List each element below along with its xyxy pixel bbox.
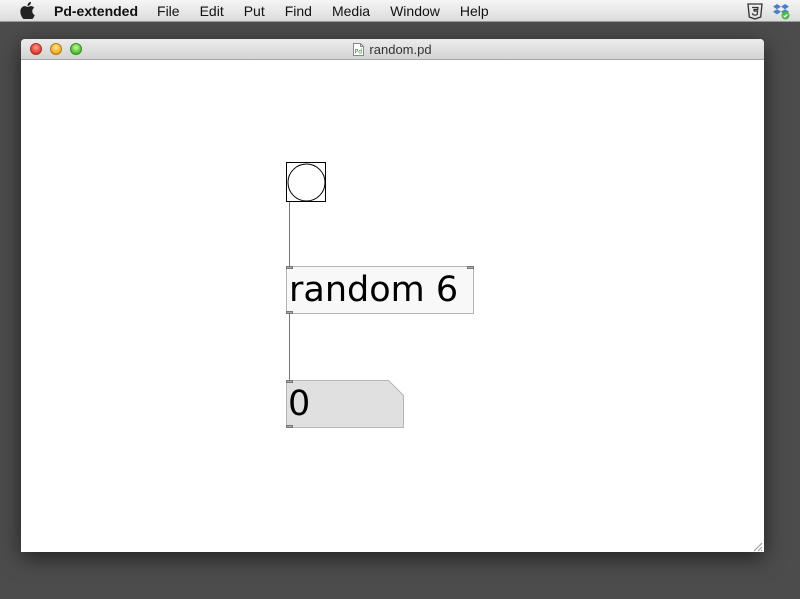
window-title: random.pd	[369, 42, 432, 57]
patch-cord-random-to-number[interactable]	[289, 314, 290, 380]
window-title-group: Pd random.pd	[21, 39, 764, 60]
number-outlet[interactable]	[286, 425, 293, 428]
menu-extras	[746, 2, 790, 20]
menu-help[interactable]: Help	[450, 0, 499, 22]
resize-grip-icon[interactable]	[751, 539, 763, 552]
window-titlebar[interactable]: Pd random.pd	[21, 39, 764, 60]
dropbox-icon[interactable]	[772, 2, 790, 20]
apple-menu-icon[interactable]	[19, 2, 35, 19]
menu-put[interactable]: Put	[234, 0, 275, 22]
menu-window[interactable]: Window	[380, 0, 450, 22]
number-inlet[interactable]	[286, 380, 293, 383]
menu-media[interactable]: Media	[322, 0, 380, 22]
random-object[interactable]: random 6	[286, 266, 474, 314]
patch-cord-bang-to-random[interactable]	[289, 202, 290, 266]
menu-find[interactable]: Find	[275, 0, 322, 22]
svg-text:Pd: Pd	[355, 49, 363, 56]
number-box[interactable]: 0	[286, 380, 404, 428]
pd-document-icon: Pd	[353, 43, 365, 56]
menu-bar: Pd-extended File Edit Put Find Media Win…	[0, 0, 800, 22]
patch-canvas[interactable]: random 6 0	[21, 60, 764, 552]
patch-window: Pd random.pd random 6 0	[21, 39, 764, 552]
bang-object[interactable]	[286, 162, 326, 202]
number-value: 0	[288, 384, 311, 424]
html5-shield-icon[interactable]	[746, 2, 764, 20]
random-right-inlet[interactable]	[467, 266, 474, 269]
menu-edit[interactable]: Edit	[190, 0, 234, 22]
menu-file[interactable]: File	[147, 0, 190, 22]
random-left-inlet[interactable]	[286, 266, 293, 269]
menu-app-name[interactable]: Pd-extended	[54, 0, 147, 22]
object-text: random 6	[289, 270, 459, 310]
